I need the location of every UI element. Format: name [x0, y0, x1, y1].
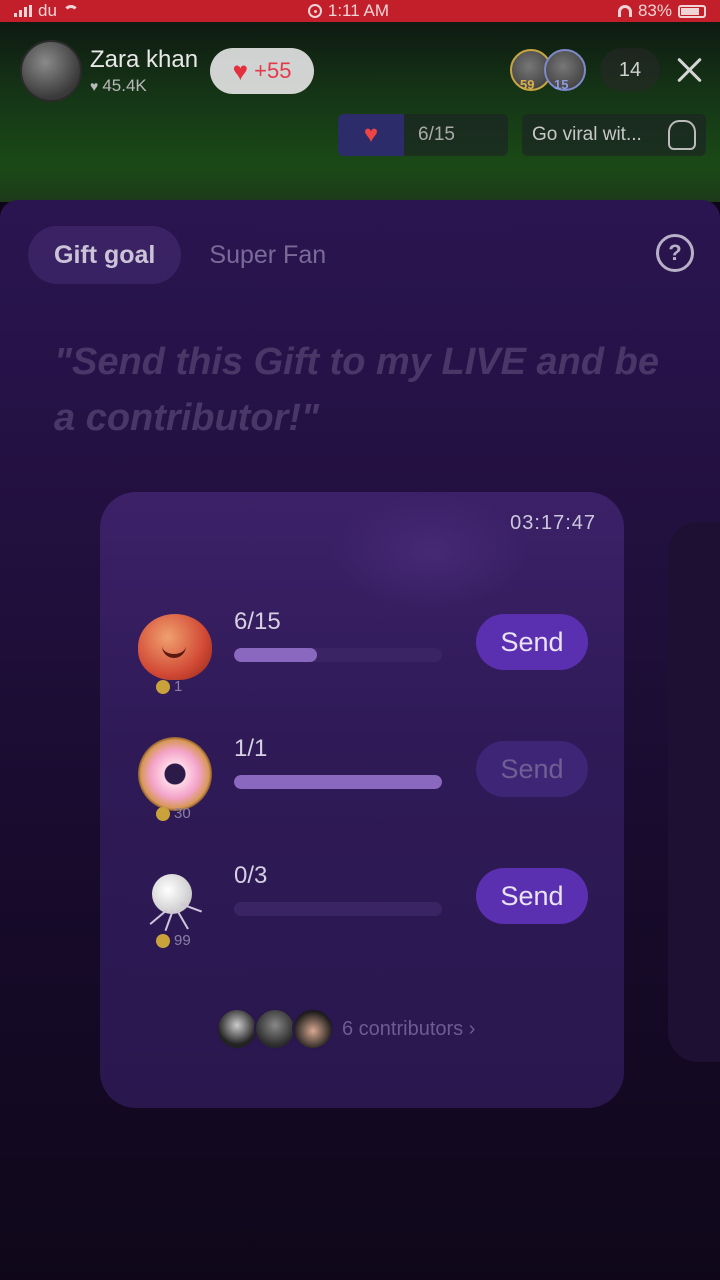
status-center: 1:11 AM [307, 1, 389, 21]
gift-row: 99 0/3 Send [136, 862, 596, 964]
plus-likes-value: +55 [254, 58, 292, 83]
like-plus-button[interactable]: ♥ +55 [210, 48, 315, 94]
viewer-avatar[interactable]: 15 [544, 49, 586, 92]
promo-icon [668, 120, 696, 150]
goal-quote: "Send this Gift to my LIVE and be a cont… [54, 341, 659, 439]
coin-value: 30 [174, 805, 191, 822]
coin-icon [156, 806, 170, 821]
host-likes-row: ♥ 45.4K [90, 76, 198, 96]
contributor-avatar [292, 1008, 334, 1050]
gift-progress-bar [234, 648, 442, 662]
top-viewers[interactable]: 59 15 14 [510, 48, 660, 92]
gift-goal-card: 03:17:47 1 6/15 Send 30 1/1 Send 99 0/3 … [100, 492, 624, 1108]
close-icon[interactable] [672, 52, 708, 88]
panel-tabs: Gift goal Super Fan [28, 226, 326, 284]
contributor-avatar [216, 1008, 258, 1050]
status-bar: du 1:11 AM 83% [0, 0, 720, 22]
tab-gift-goal[interactable]: Gift goal [28, 226, 182, 284]
viewer-count[interactable]: 14 [600, 48, 660, 92]
host-name: Zara khan [90, 46, 199, 73]
gift-count: 0/3 [234, 862, 268, 889]
battery-percent: 83% [637, 1, 672, 20]
status-time: 1:11 AM [327, 1, 389, 20]
send-button[interactable]: Send [476, 614, 588, 670]
tab-super-fan[interactable]: Super Fan [209, 241, 326, 270]
gift-count: 6/15 [234, 608, 281, 635]
send-button[interactable]: Send [476, 741, 588, 797]
host-likes-count: 45.4K [102, 76, 147, 95]
heart-icon: ♥ [90, 78, 99, 94]
gift-progress-bar [234, 775, 442, 789]
gift-count: 1/1 [234, 735, 268, 762]
promo-pill[interactable]: Go viral wit... [522, 114, 706, 156]
host-avatar[interactable] [20, 40, 82, 102]
coin-value: 99 [174, 932, 191, 949]
promo-text: Go viral wit... [532, 124, 642, 145]
next-goal-card-peek[interactable] [668, 522, 720, 1062]
gift-heart-icon: ♥ [338, 114, 404, 156]
signal-icon [14, 5, 32, 17]
card-glow [330, 492, 530, 612]
gift-goal-pill[interactable]: ♥ 6/15 [338, 114, 508, 156]
battery-icon [677, 4, 706, 18]
gift-progress-fill [234, 648, 318, 662]
coin-value: 1 [174, 678, 183, 695]
help-icon[interactable]: ? [656, 234, 694, 272]
status-left: du [14, 1, 79, 21]
heart-icon: ♥ [232, 55, 249, 86]
coin-icon [156, 933, 170, 948]
gift-coin-cost: 30 [156, 805, 191, 822]
gift-coin-cost: 99 [156, 932, 191, 949]
contributors-label: 6 contributors › [342, 1017, 476, 1040]
viewer-badge: 15 [554, 77, 569, 92]
alarm-icon [307, 4, 322, 18]
gift-goal-panel: Gift goal Super Fan ? "Send this Gift to… [0, 200, 720, 1280]
contributors-row[interactable]: 6 contributors › [216, 1008, 475, 1050]
gift-progress-bar [234, 902, 442, 916]
gift-row: 1 6/15 Send [136, 608, 596, 710]
carrier-name: du [38, 1, 57, 20]
send-button[interactable]: Send [476, 868, 588, 924]
status-right: 83% [617, 1, 706, 21]
headphones-icon [617, 5, 632, 17]
wifi-icon [62, 5, 79, 17]
gift-row: 30 1/1 Send [136, 735, 596, 837]
gift-progress-fill [234, 775, 442, 789]
contributor-avatar [254, 1008, 296, 1050]
goal-pill-progress: 6/15 [418, 124, 455, 145]
host-details: Zara khan ♥ 45.4K [90, 46, 198, 96]
gift-coin-cost: 1 [156, 678, 182, 695]
viewer-badge: 59 [520, 77, 535, 92]
goal-timer: 03:17:47 [510, 512, 596, 534]
coin-icon [156, 679, 170, 694]
host-info-bar[interactable]: Zara khan ♥ 45.4K ♥ +55 [20, 40, 315, 102]
